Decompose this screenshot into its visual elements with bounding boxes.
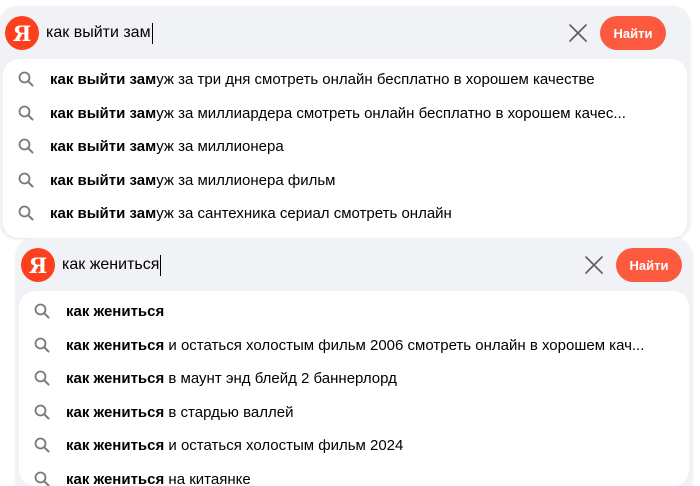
- suggestion-match: как выйти зам: [50, 71, 157, 88]
- suggestion-text: как выйти замуж за миллионера фильм: [50, 164, 335, 197]
- suggestion-completion: и остаться холостым фильм 2024: [164, 437, 404, 454]
- suggestion-item[interactable]: как жениться и остаться холостым фильм 2…: [19, 329, 689, 362]
- suggestion-match: как выйти зам: [50, 138, 157, 155]
- text-caret: [151, 22, 153, 44]
- search-icon: [18, 71, 34, 87]
- suggestion-match: как жениться: [66, 370, 165, 387]
- search-bar: Я как жениться Найти: [16, 238, 692, 292]
- suggestion-text: как выйти замуж за миллионера: [50, 130, 284, 163]
- suggestion-match: как жениться: [66, 403, 165, 421]
- search-panel-1: Я как выйти зам Найти как выйти замуж за…: [0, 6, 690, 238]
- find-button[interactable]: Найти: [600, 16, 666, 50]
- suggestion-completion: на китаянке: [164, 470, 251, 486]
- suggestion-text: как жениться в маунт энд блейд 2 баннерл…: [66, 362, 397, 395]
- search-icon: [34, 471, 50, 486]
- search-icon: [18, 105, 34, 120]
- search-icon: [34, 337, 50, 352]
- suggestion-match: как выйти зам: [50, 205, 157, 222]
- suggestion-item[interactable]: как выйти замуж за три дня смотреть онла…: [3, 63, 687, 96]
- suggestion-match: как выйти зам: [50, 171, 157, 189]
- search-icon: [34, 303, 50, 319]
- suggestion-match: как жениться: [66, 437, 165, 454]
- search-icon: [18, 205, 34, 221]
- suggestion-match: как жениться: [66, 303, 165, 320]
- suggestion-item[interactable]: как выйти замуж за миллиардера смотреть …: [3, 97, 687, 130]
- suggestion-text: как выйти замуж за сантехника сериал смо…: [50, 197, 452, 230]
- suggestion-item[interactable]: как жениться и остаться холостым фильм 2…: [19, 429, 689, 462]
- suggestion-item[interactable]: как жениться в стардью валлей: [19, 396, 689, 429]
- clear-icon[interactable]: [567, 22, 589, 44]
- suggestion-text: как выйти замуж за миллиардера смотреть …: [50, 97, 626, 130]
- search-icon: [34, 370, 50, 386]
- search-panel-2: Я как жениться Найти как жениться как жен…: [16, 238, 692, 486]
- suggestion-list: как жениться как жениться и остаться холо…: [19, 291, 689, 486]
- search-input[interactable]: как выйти зам: [46, 22, 153, 44]
- suggestion-completion: в стардью валлей: [164, 403, 294, 421]
- suggestion-item[interactable]: как выйти замуж за миллионера фильм: [3, 164, 687, 197]
- search-input[interactable]: как жениться: [62, 254, 162, 276]
- suggestion-completion: в маунт энд блейд 2 баннерлорд: [164, 370, 397, 387]
- suggestion-completion: уж за сантехника сериал смотреть онлайн: [156, 205, 452, 222]
- suggestion-text: как жениться и остаться холостым фильм 2…: [66, 429, 403, 462]
- suggestion-completion: уж за миллиардера смотреть онлайн беспла…: [156, 104, 626, 122]
- suggestion-match: как жениться: [66, 470, 165, 486]
- suggestion-text: как выйти замуж за три дня смотреть онла…: [50, 63, 595, 96]
- find-button[interactable]: Найти: [616, 248, 682, 282]
- suggestion-item[interactable]: как выйти замуж за сантехника сериал смо…: [3, 197, 687, 230]
- text-caret: [160, 254, 162, 276]
- suggestion-text: как жениться на китаянке: [66, 463, 251, 486]
- suggestion-list: как выйти замуж за три дня смотреть онла…: [3, 59, 687, 238]
- suggestion-item[interactable]: как жениться на китаянке: [19, 463, 689, 486]
- search-icon: [18, 172, 34, 187]
- search-icon: [34, 437, 50, 453]
- suggestion-match: как жениться: [66, 336, 165, 354]
- suggestion-completion: уж за миллионера фильм: [156, 171, 336, 189]
- suggestion-completion: и остаться холостым фильм 2006 смотреть …: [164, 336, 645, 354]
- yandex-logo-icon[interactable]: Я: [5, 16, 39, 50]
- suggestion-completion: уж за миллионера: [156, 138, 284, 155]
- suggestion-text: как жениться в стардью валлей: [66, 396, 293, 429]
- yandex-logo-icon[interactable]: Я: [21, 248, 55, 282]
- search-bar: Я как выйти зам Найти: [0, 6, 690, 60]
- search-icon: [34, 404, 50, 419]
- suggestion-completion: уж за три дня смотреть онлайн бесплатно …: [156, 71, 595, 88]
- clear-icon[interactable]: [583, 254, 605, 276]
- suggestion-item[interactable]: как жениться в маунт энд блейд 2 баннерл…: [19, 362, 689, 395]
- search-icon: [18, 138, 34, 154]
- search-input-value: как выйти зам: [46, 24, 151, 41]
- suggestion-text: как жениться: [66, 295, 164, 328]
- suggestion-text: как жениться и остаться холостым фильм 2…: [66, 329, 644, 362]
- suggestion-item[interactable]: как жениться: [19, 295, 689, 328]
- search-input-value: как жениться: [62, 256, 160, 273]
- suggestion-match: как выйти зам: [50, 104, 157, 122]
- suggestion-item[interactable]: как выйти замуж за миллионера: [3, 130, 687, 163]
